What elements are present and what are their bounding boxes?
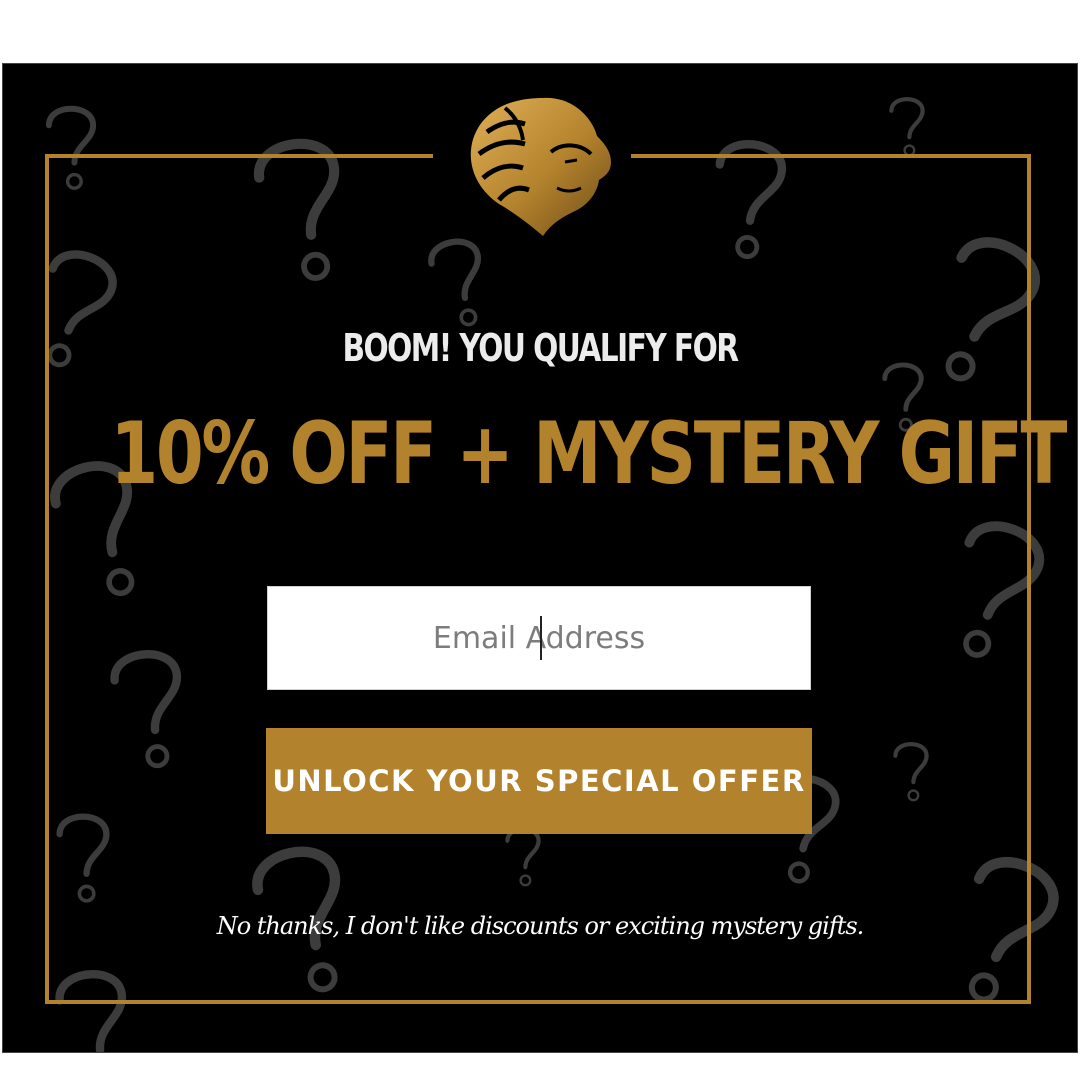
email-placeholder[interactable]: Email Address: [433, 621, 645, 656]
offer-headline: 10% OFF + MYSTERY GIFT: [110, 404, 1067, 504]
pre-headline: BOOM! YOU QUALIFY FOR: [342, 326, 739, 370]
decline-offer-link[interactable]: No thanks, I don't like discounts or exc…: [3, 912, 1077, 940]
text-caret: [540, 616, 542, 660]
lion-head-logo: [470, 97, 611, 237]
unlock-offer-button[interactable]: UNLOCK YOUR SPECIAL OFFER: [266, 728, 812, 834]
question-mark-icon: [891, 99, 922, 155]
gold-frame: [45, 154, 1031, 1004]
email-input[interactable]: Email Address: [267, 586, 811, 690]
offer-popup: BOOM! YOU QUALIFY FOR 10% OFF + MYSTERY …: [2, 63, 1078, 1053]
